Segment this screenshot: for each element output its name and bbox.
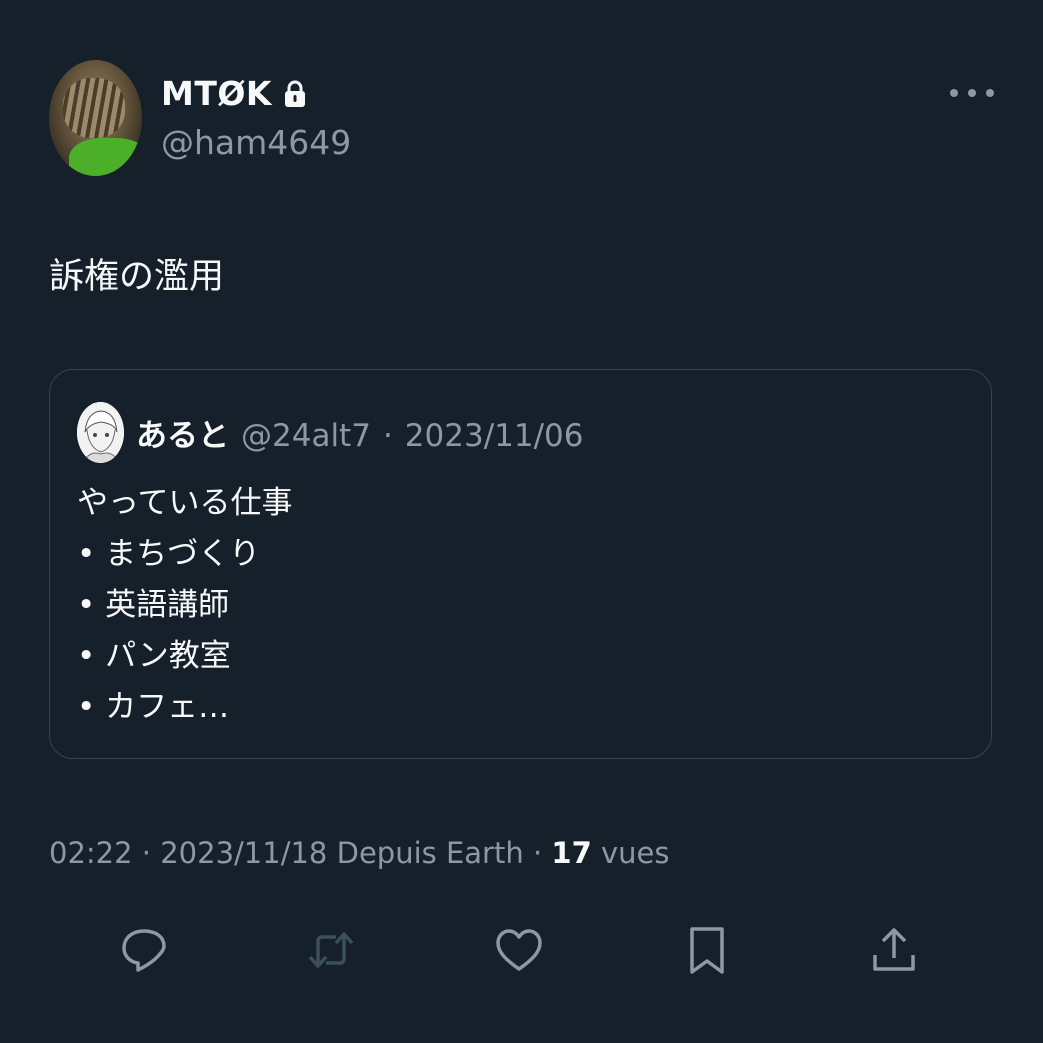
avatar-cat: [63, 78, 125, 138]
share-icon: [873, 928, 915, 971]
author-display-name[interactable]: MTØK: [161, 74, 306, 113]
share-button[interactable]: [866, 920, 922, 980]
author-handle[interactable]: @ham4649: [161, 123, 351, 162]
more-options-icon[interactable]: [950, 78, 994, 108]
reply-icon: [122, 929, 166, 972]
reply-button[interactable]: [116, 920, 172, 980]
retweet-button[interactable]: [303, 920, 359, 980]
tweet-meta: 02:22 · 2023/11/18 Depuis Earth · 17 vue…: [49, 836, 669, 870]
quoted-separator: ·: [382, 418, 393, 454]
quoted-tweet-card[interactable]: あると @24alt7 · 2023/11/06 やっている仕事 • まちづくり…: [49, 369, 992, 759]
bookmark-icon: [690, 927, 724, 974]
quoted-line: • まちづくり: [77, 536, 261, 572]
quoted-line: • 英語講師: [77, 587, 230, 623]
avatar-green-blanket: [69, 138, 142, 176]
meta-separator: ·: [141, 836, 152, 870]
meta-separator: ·: [532, 836, 543, 870]
action-bar: [0, 920, 1043, 980]
like-button[interactable]: [491, 920, 547, 980]
tweet-source: Depuis Earth: [336, 836, 524, 870]
views-count[interactable]: 17: [551, 836, 591, 870]
quoted-date: 2023/11/06: [404, 418, 584, 454]
tweet-time[interactable]: 02:22: [49, 836, 133, 870]
retweet-icon: [308, 932, 354, 968]
tweet-text: 訴権の濫用: [49, 257, 225, 297]
heart-icon: [496, 929, 542, 971]
quoted-line: • カフェ…: [77, 689, 230, 725]
quoted-display-name: あると: [136, 418, 229, 454]
quoted-tweet-text: やっている仕事 • まちづくり • 英語講師 • パン教室 • カフェ…: [77, 478, 292, 733]
lock-icon: [284, 80, 305, 107]
bookmark-button[interactable]: [679, 920, 735, 980]
author-avatar[interactable]: [49, 60, 142, 176]
quoted-handle: @24alt7: [241, 418, 371, 454]
quoted-tweet-header: あると @24alt7 · 2023/11/06: [136, 410, 583, 455]
quoted-author-avatar: [77, 402, 124, 463]
display-name-text: MTØK: [161, 74, 272, 113]
tweet-date[interactable]: 2023/11/18: [160, 836, 327, 870]
views-label[interactable]: vues: [601, 836, 670, 870]
quoted-line: • パン教室: [77, 638, 231, 674]
quoted-line: やっている仕事: [77, 485, 293, 521]
